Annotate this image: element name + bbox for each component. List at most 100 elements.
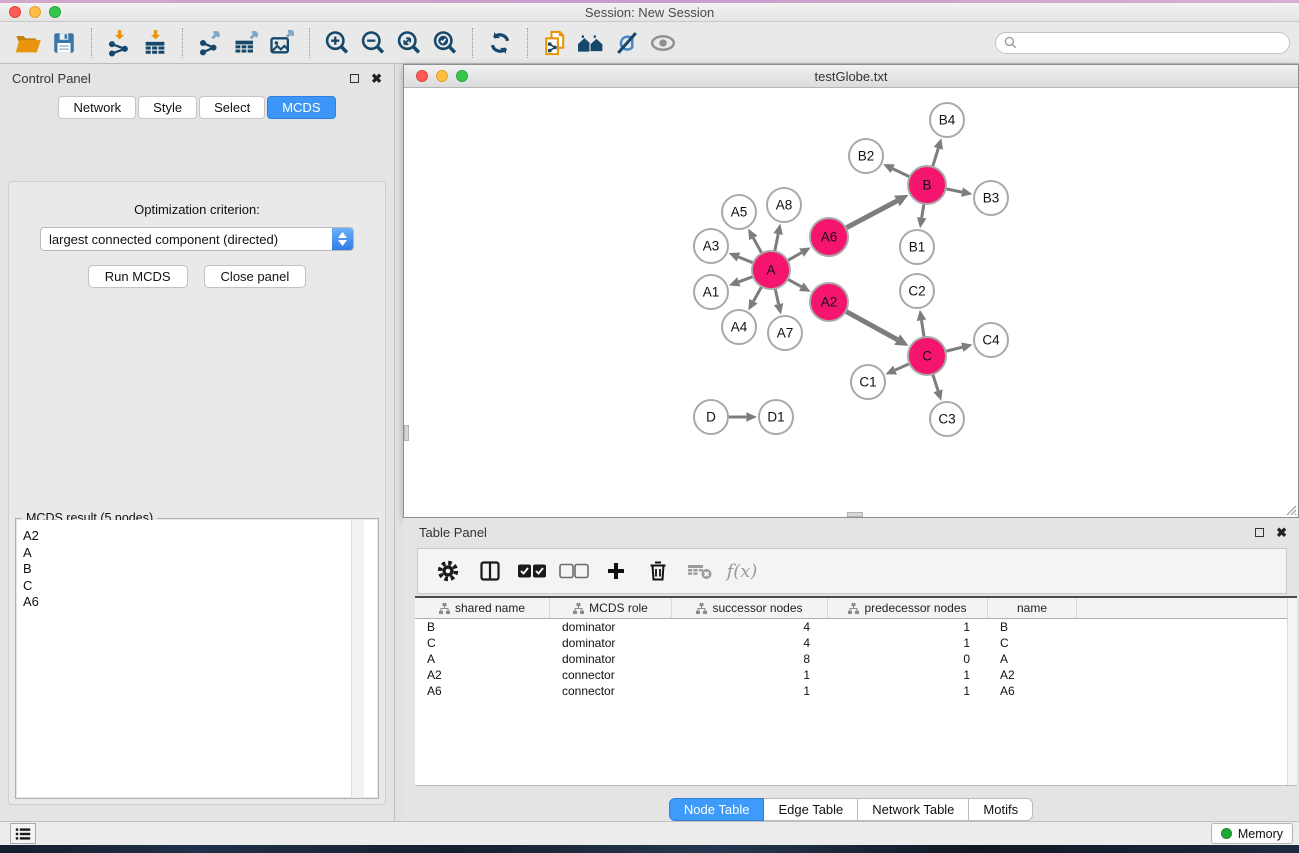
import-network-button[interactable] [101, 26, 137, 60]
table-cell[interactable]: C [988, 635, 1077, 651]
select-all-button[interactable] [516, 554, 548, 588]
table-cell[interactable]: dominator [550, 635, 672, 651]
table-row[interactable]: A2connector11A2 [415, 667, 1297, 683]
delete-row-button[interactable] [642, 554, 674, 588]
result-item[interactable]: A2 [23, 528, 377, 545]
column-header-name[interactable]: name [988, 598, 1077, 618]
table-cell[interactable]: B [988, 619, 1077, 635]
tab-network[interactable]: Network [58, 96, 136, 119]
graph-edge-B-B3[interactable] [946, 189, 962, 192]
export-table-button[interactable] [228, 26, 264, 60]
graph-edge-A-A5[interactable] [753, 238, 762, 253]
tab-node-table[interactable]: Node Table [669, 798, 765, 821]
home-button[interactable] [573, 26, 609, 60]
table-cell[interactable]: B [415, 619, 550, 635]
table-row[interactable]: Adominator80A [415, 651, 1297, 667]
import-table-button[interactable] [137, 26, 173, 60]
memory-button[interactable]: Memory [1211, 823, 1293, 844]
copy-network-button[interactable] [537, 26, 573, 60]
table-cell[interactable]: 1 [828, 619, 988, 635]
zoom-network-window-button[interactable] [456, 70, 468, 82]
tab-style[interactable]: Style [138, 96, 197, 119]
graph-edge-A-A1[interactable] [739, 277, 753, 282]
graph-edge-A-A7[interactable] [775, 289, 778, 305]
tab-network-table[interactable]: Network Table [858, 798, 969, 821]
result-list-scrollbar[interactable] [351, 520, 364, 797]
graph-edge-B-B2[interactable] [893, 169, 910, 177]
table-cell[interactable]: A2 [988, 667, 1077, 683]
table-cell[interactable]: 1 [828, 683, 988, 699]
run-mcds-button[interactable]: Run MCDS [88, 265, 188, 288]
graph-edge-A-A8[interactable] [775, 234, 778, 251]
network-graph[interactable]: B4B2BB3A8A5A6A3B1AA1C2A2A4A7C4CC1C3DD1 [404, 88, 1298, 517]
save-session-button[interactable] [46, 26, 82, 60]
float-panel-icon[interactable] [350, 74, 359, 83]
table-cell[interactable]: C [415, 635, 550, 651]
float-table-panel-icon[interactable] [1255, 528, 1264, 537]
table-row[interactable]: A6connector11A6 [415, 683, 1297, 699]
export-image-button[interactable] [264, 26, 300, 60]
table-cell[interactable]: 4 [672, 635, 828, 651]
table-settings-button[interactable] [432, 554, 464, 588]
graph-edge-A6-B[interactable] [846, 201, 897, 228]
network-window-titlebar[interactable]: testGlobe.txt [404, 65, 1298, 88]
zoom-in-button[interactable] [319, 26, 355, 60]
table-cell[interactable]: connector [550, 683, 672, 699]
close-network-window-button[interactable] [416, 70, 428, 82]
criterion-dropdown[interactable]: largest connected component (directed) [40, 227, 354, 251]
graph-edge-A-A6[interactable] [788, 253, 802, 261]
network-horizontal-scrollbar[interactable] [847, 512, 863, 517]
close-panel-icon[interactable]: ✖ [371, 74, 382, 83]
table-cell[interactable]: A6 [415, 683, 550, 699]
table-cell[interactable]: 1 [828, 635, 988, 651]
hide-labels-button[interactable] [609, 26, 645, 60]
table-cell[interactable]: dominator [550, 651, 672, 667]
zoom-out-button[interactable] [355, 26, 391, 60]
zoom-selected-button[interactable] [427, 26, 463, 60]
close-table-panel-icon[interactable]: ✖ [1276, 528, 1287, 537]
tab-select[interactable]: Select [199, 96, 265, 119]
resize-grip-icon[interactable] [1283, 502, 1297, 516]
table-cell[interactable]: A2 [415, 667, 550, 683]
delete-table-button[interactable] [684, 554, 716, 588]
table-cell[interactable]: dominator [550, 619, 672, 635]
minimize-window-button[interactable] [29, 6, 41, 18]
tab-edge-table[interactable]: Edge Table [764, 798, 858, 821]
export-network-button[interactable] [192, 26, 228, 60]
search-field[interactable] [995, 32, 1290, 54]
search-input[interactable] [1017, 36, 1281, 50]
tab-mcds[interactable]: MCDS [267, 96, 335, 119]
table-cell[interactable]: A [988, 651, 1077, 667]
table-cell[interactable]: A6 [988, 683, 1077, 699]
column-header-successor-nodes[interactable]: successor nodes [672, 598, 828, 618]
zoom-window-button[interactable] [49, 6, 61, 18]
table-cell[interactable]: 1 [672, 683, 828, 699]
close-panel-button[interactable]: Close panel [204, 265, 307, 288]
graph-edge-C-C3[interactable] [933, 374, 938, 391]
eye-button[interactable] [645, 26, 681, 60]
graph-edge-B-B1[interactable] [922, 204, 924, 218]
minimize-network-window-button[interactable] [436, 70, 448, 82]
network-canvas[interactable]: B4B2BB3A8A5A6A3B1AA1C2A2A4A7C4CC1C3DD1 [404, 88, 1298, 517]
graph-edge-C-C2[interactable] [922, 320, 925, 337]
table-row[interactable]: Bdominator41B [415, 619, 1297, 635]
table-cell[interactable]: 8 [672, 651, 828, 667]
graph-edge-A-A4[interactable] [753, 287, 761, 302]
table-cell[interactable]: connector [550, 667, 672, 683]
column-header-MCDS-role[interactable]: MCDS role [550, 598, 672, 618]
result-item[interactable]: A6 [23, 594, 377, 611]
result-item[interactable]: A [23, 545, 377, 562]
table-scrollbar[interactable] [1287, 598, 1297, 785]
result-item[interactable]: B [23, 561, 377, 578]
graph-edge-C-C4[interactable] [945, 347, 962, 351]
task-history-button[interactable] [10, 823, 36, 844]
table-row[interactable]: Cdominator41C [415, 635, 1297, 651]
tab-motifs[interactable]: Motifs [969, 798, 1033, 821]
close-window-button[interactable] [9, 6, 21, 18]
graph-edge-A-A3[interactable] [738, 257, 753, 263]
result-item[interactable]: C [23, 578, 377, 595]
graph-edge-B-B4[interactable] [933, 148, 939, 167]
graph-edge-C-C1[interactable] [895, 364, 910, 370]
table-cell[interactable]: A [415, 651, 550, 667]
table-cell[interactable]: 0 [828, 651, 988, 667]
